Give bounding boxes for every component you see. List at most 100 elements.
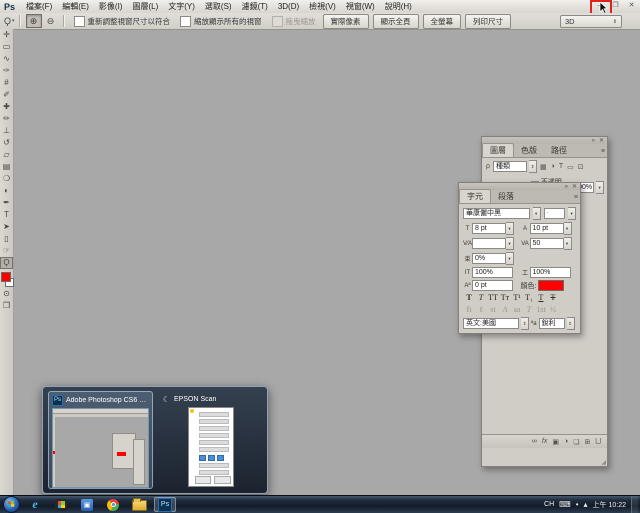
tray-status-icon[interactable]: •: [576, 500, 579, 509]
chevron-down-icon[interactable]: ▾: [506, 222, 514, 235]
new-group-icon[interactable]: ❏: [573, 438, 579, 446]
preview-photoshop[interactable]: Ps Adobe Photoshop CS6 Exten...: [48, 391, 153, 489]
layer-style-icon[interactable]: fx: [542, 438, 547, 445]
quick-selection-tool[interactable]: ✑: [0, 65, 13, 77]
panel-menu-icon[interactable]: ≡: [574, 194, 578, 201]
path-selection-tool[interactable]: ➤: [0, 221, 13, 233]
zoom-out-button[interactable]: ⊖: [44, 15, 58, 27]
epson-scan-window-thumbnail[interactable]: [188, 407, 234, 487]
menu-layer[interactable]: 圖層(L): [127, 0, 163, 13]
tab-layers[interactable]: 圖層: [482, 143, 514, 157]
photoshop-taskbar-button[interactable]: Ps: [154, 497, 176, 512]
text-color-swatch[interactable]: [538, 280, 564, 291]
hand-tool[interactable]: ☞: [0, 245, 13, 257]
font-style-select[interactable]: -: [544, 208, 566, 219]
resize-grip[interactable]: ◢: [601, 459, 606, 466]
actual-pixels-button[interactable]: 實際像素: [323, 14, 369, 29]
menu-help[interactable]: 說明(H): [380, 0, 417, 13]
faux-italic-button[interactable]: T: [475, 293, 487, 303]
collapse-panel-icon[interactable]: »: [592, 138, 595, 144]
pen-tool[interactable]: ✒: [0, 197, 13, 209]
print-size-button[interactable]: 列印尺寸: [465, 14, 511, 29]
new-layer-icon[interactable]: ⊞: [585, 438, 591, 446]
antialias-select[interactable]: 銳利: [539, 318, 565, 329]
marquee-tool[interactable]: ▭: [0, 41, 13, 53]
zoom-in-button[interactable]: ⊕: [26, 14, 42, 28]
history-brush-tool[interactable]: ↺: [0, 137, 13, 149]
filter-shape-icon[interactable]: ▭: [567, 163, 574, 171]
menu-image[interactable]: 影像(I): [94, 0, 128, 13]
tool-preset-picker[interactable]: Ϙ ▾: [4, 16, 15, 26]
tab-channels[interactable]: 色版: [514, 144, 544, 157]
chevron-down-icon[interactable]: ⇕: [567, 317, 575, 330]
all-caps-button[interactable]: TT: [487, 293, 499, 303]
menu-edit[interactable]: 編輯(E): [57, 0, 94, 13]
menu-file[interactable]: 檔案(F): [21, 0, 57, 13]
clone-stamp-tool[interactable]: ⊥: [0, 125, 13, 137]
menu-type[interactable]: 文字(Y): [163, 0, 200, 13]
strikethrough-button[interactable]: T: [547, 293, 559, 303]
font-size-input[interactable]: 8 pt: [472, 223, 506, 234]
superscript-button[interactable]: T¹: [511, 293, 523, 303]
tab-character[interactable]: 字元: [459, 189, 491, 203]
tracking-input[interactable]: 50: [530, 238, 564, 249]
dodge-tool[interactable]: ◐: [0, 185, 13, 197]
gradient-tool[interactable]: ▤: [0, 161, 13, 173]
eraser-tool[interactable]: ▱: [0, 149, 13, 161]
chrome-button[interactable]: [102, 497, 124, 512]
zoom-all-windows-checkbox[interactable]: 縮放顯示所有的視窗: [180, 16, 262, 27]
quick-mask-button[interactable]: ⊙: [0, 288, 13, 300]
chevron-down-icon[interactable]: ▾: [533, 207, 541, 220]
close-panel-icon[interactable]: ✕: [599, 137, 604, 144]
workspace-switcher[interactable]: 3D ⇕: [560, 15, 622, 28]
menu-select[interactable]: 選取(S): [200, 0, 237, 13]
filter-smartobject-icon[interactable]: ⊡: [578, 163, 584, 171]
filter-pixel-icon[interactable]: ▦: [540, 163, 547, 171]
close-button[interactable]: ✕: [625, 1, 638, 11]
explorer-button[interactable]: [128, 497, 150, 512]
delete-layer-icon[interactable]: ⨆: [595, 438, 601, 446]
zoom-tool[interactable]: Ϙ: [0, 257, 13, 269]
collapse-panel-icon[interactable]: »: [565, 184, 568, 190]
small-caps-button[interactable]: Tᴛ: [499, 293, 511, 303]
move-tool[interactable]: ✛: [0, 29, 13, 41]
tsume-input[interactable]: 0%: [472, 253, 506, 264]
fill-screen-button[interactable]: 全螢幕: [423, 14, 462, 29]
menu-3d[interactable]: 3D(D): [273, 0, 304, 13]
brush-tool[interactable]: ✏: [0, 113, 13, 125]
panel-menu-icon[interactable]: ≡: [601, 148, 605, 155]
menu-view[interactable]: 檢視(V): [304, 0, 341, 13]
healing-brush-tool[interactable]: ✚: [0, 101, 13, 113]
crop-tool[interactable]: #: [0, 77, 13, 89]
kerning-input[interactable]: [472, 238, 506, 249]
leading-input[interactable]: 10 pt: [530, 223, 564, 234]
blue-app-button[interactable]: ▣: [76, 497, 98, 512]
foreground-color-swatch[interactable]: [1, 272, 11, 282]
chevron-down-icon[interactable]: ▾: [568, 207, 576, 220]
eyedropper-tool[interactable]: ✐: [0, 89, 13, 101]
tab-paragraph[interactable]: 段落: [491, 190, 521, 203]
screen-mode-button[interactable]: ❒: [0, 300, 13, 312]
horizontal-scale-input[interactable]: 100%: [530, 267, 571, 278]
chevron-down-icon[interactable]: ▾: [506, 237, 514, 250]
font-family-select[interactable]: 華康儷中黑: [463, 208, 530, 219]
chevron-down-icon[interactable]: ⇕: [521, 317, 529, 330]
tab-paths[interactable]: 路徑: [544, 144, 574, 157]
menu-window[interactable]: 視窗(W): [341, 0, 380, 13]
preview-epson-scan[interactable]: ☾ EPSON Scan: [159, 391, 262, 489]
windows-app-button[interactable]: [50, 497, 72, 512]
lasso-tool[interactable]: ∿: [0, 53, 13, 65]
show-hidden-icons-button[interactable]: ▴: [584, 500, 588, 509]
clock[interactable]: 上午 10:22: [593, 500, 626, 510]
chevron-down-icon[interactable]: ▾: [564, 222, 572, 235]
subscript-button[interactable]: T₁: [523, 293, 535, 303]
type-tool[interactable]: T: [0, 209, 13, 221]
shape-tool[interactable]: ▯: [0, 233, 13, 245]
chevron-down-icon[interactable]: ⇕: [529, 160, 537, 173]
faux-bold-button[interactable]: T: [463, 293, 475, 303]
language-select[interactable]: 英文:美國: [463, 318, 519, 329]
show-desktop-button[interactable]: [631, 496, 638, 513]
internet-explorer-button[interactable]: e: [24, 497, 46, 512]
baseline-shift-input[interactable]: 0 pt: [472, 280, 513, 291]
photoshop-window-thumbnail[interactable]: [52, 408, 149, 488]
